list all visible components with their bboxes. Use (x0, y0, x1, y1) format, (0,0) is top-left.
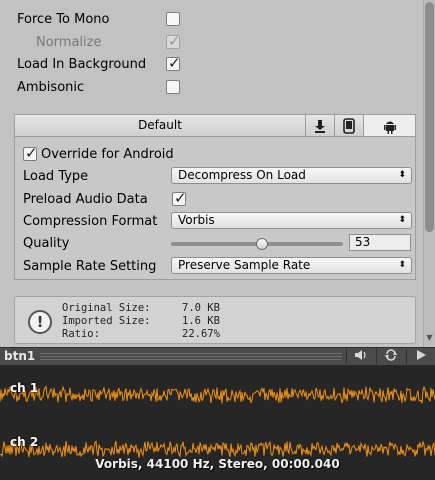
scroll-down-arrow-icon[interactable]: ▼ (425, 333, 434, 343)
preload-audio-data-checkbox[interactable]: ✓ (172, 189, 187, 207)
ratio-label: Ratio: (62, 328, 100, 340)
tab-standalone[interactable] (305, 115, 333, 136)
audio-preview-toolbar: btn1 (0, 347, 435, 365)
sample-rate-setting-dropdown[interactable]: Preserve Sample Rate ⬍ (171, 257, 412, 274)
mobile-device-icon (342, 117, 355, 134)
waveform-preview[interactable]: ch 1 ch 2 Vorbis, 44100 Hz, Stereo, 00:0… (0, 365, 435, 480)
preload-audio-data-row: Preload Audio Data (23, 189, 148, 209)
compression-format-dropdown[interactable]: Vorbis ⬍ (171, 212, 412, 229)
compression-format-label: Compression Format (23, 213, 158, 229)
compression-format-row: Compression Format (23, 211, 171, 231)
tab-mobile[interactable] (334, 115, 362, 136)
sample-rate-setting-value: Preserve Sample Rate (178, 258, 311, 272)
force-to-mono-row: Force To Mono (17, 9, 110, 29)
loop-icon (384, 349, 397, 361)
ambisonic-checkbox[interactable] (166, 80, 180, 94)
android-icon (383, 121, 396, 134)
channel-2-label: ch 2 (10, 435, 39, 449)
inspector-scrollbar-thumb[interactable] (425, 2, 434, 232)
load-type-value: Decompress On Load (178, 168, 306, 182)
play-icon (416, 350, 426, 360)
import-info-box: ! Original Size: 7.0 KB Imported Size: 1… (14, 296, 416, 344)
load-in-background-row: Load In Background (17, 54, 146, 74)
info-exclamation-icon: ! (28, 310, 52, 334)
tab-android[interactable] (363, 115, 415, 136)
mute-toggle-button[interactable] (346, 349, 374, 364)
quality-row: Quality (23, 233, 69, 253)
original-size-value: 7.0 KB (182, 302, 220, 314)
platform-settings-panel: Default ✓ Override for Android Load Type… (14, 114, 416, 280)
loop-toggle-button[interactable] (376, 349, 404, 364)
normalize-row: Normalize (36, 32, 101, 52)
imported-size-label: Imported Size: (62, 315, 151, 327)
load-type-dropdown[interactable]: Decompress On Load ⬍ (171, 167, 412, 184)
sample-rate-setting-label: Sample Rate Setting (23, 258, 157, 274)
compression-format-value: Vorbis (178, 213, 215, 227)
tab-default[interactable]: Default (15, 115, 305, 136)
override-row: Override for Android (41, 144, 174, 164)
dropdown-arrow-icon: ⬍ (398, 260, 406, 270)
channel-2-waveform (0, 440, 435, 458)
waveform-summary: Vorbis, 44100 Hz, Stereo, 00:00.040 (95, 457, 340, 471)
resize-grip[interactable] (40, 353, 342, 360)
quality-label: Quality (23, 235, 70, 251)
speaker-icon (354, 350, 366, 360)
sample-rate-setting-row: Sample Rate Setting (23, 256, 173, 276)
ambisonic-label: Ambisonic (17, 79, 85, 95)
override-for-android-checkbox[interactable]: ✓ (23, 144, 38, 162)
original-size-label: Original Size: (62, 302, 151, 314)
override-for-android-label: Override for Android (41, 146, 174, 162)
dropdown-arrow-icon: ⬍ (398, 170, 406, 180)
quality-slider-thumb[interactable] (256, 238, 269, 250)
load-type-label: Load Type (23, 168, 89, 184)
audio-import-inspector: Force To Mono Normalize ✓ Load In Backgr… (0, 0, 423, 347)
preview-title: btn1 (4, 349, 36, 363)
ratio-value: 22.67% (182, 328, 220, 340)
channel-1-waveform (0, 385, 435, 404)
checkmark-icon: ✓ (168, 54, 181, 72)
checkmark-icon: ✓ (168, 32, 181, 50)
preload-audio-data-label: Preload Audio Data (23, 191, 148, 207)
imported-size-value: 1.6 KB (182, 315, 220, 327)
force-to-mono-label: Force To Mono (17, 11, 110, 27)
quality-value-field[interactable]: 53 (349, 234, 411, 251)
channel-1-label: ch 1 (10, 381, 39, 395)
play-button[interactable] (406, 349, 434, 364)
dropdown-arrow-icon: ⬍ (398, 215, 406, 225)
normalize-checkbox[interactable]: ✓ (166, 32, 181, 50)
ambisonic-row: Ambisonic (17, 77, 84, 97)
checkmark-icon: ✓ (25, 144, 38, 162)
checkmark-icon: ✓ (174, 189, 187, 207)
load-type-row: Load Type (23, 166, 88, 186)
normalize-label: Normalize (36, 34, 102, 50)
load-in-background-checkbox[interactable]: ✓ (166, 54, 181, 72)
force-to-mono-checkbox[interactable] (166, 12, 180, 26)
load-in-background-label: Load In Background (17, 56, 147, 72)
platform-tab-bar: Default (15, 115, 415, 137)
download-icon (314, 119, 325, 133)
